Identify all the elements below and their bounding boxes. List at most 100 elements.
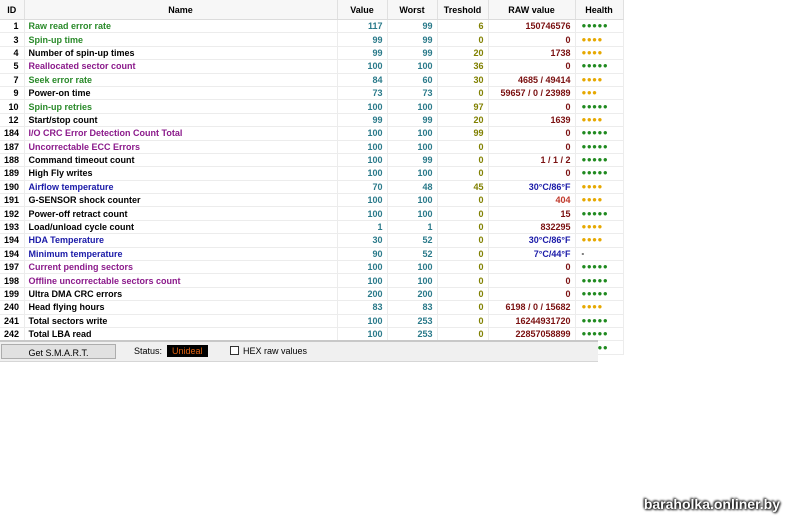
table-header-row: ID Name Value Worst Treshold RAW value H… [0, 0, 624, 20]
table-row[interactable]: 197 Current pending sectors 100 100 0 0 ●●●●● [0, 260, 624, 275]
row-id: 192 [0, 206, 25, 221]
attribute-raw: 6198 / 0 / 15682 [488, 300, 576, 315]
attribute-worst: 48 [387, 180, 438, 195]
table-row[interactable]: 187 Uncorrectable ECC Errors 100 100 0 0 ●●●●● [0, 140, 624, 154]
column-header-name[interactable]: Name [24, 0, 338, 20]
attribute-value: 100 [337, 140, 388, 154]
attribute-raw: 150746576 [488, 19, 576, 34]
health-indicator: ●●●●● [575, 260, 624, 275]
row-id: 193 [0, 220, 25, 235]
attribute-name: High Fly writes [24, 166, 338, 181]
table-row[interactable]: 192 Power-off retract count 100 100 0 15 ●●●●● [0, 206, 624, 221]
attribute-threshold: 0 [437, 260, 489, 275]
attribute-threshold: 0 [437, 220, 489, 235]
attribute-raw: 59657 / 0 / 23989 [488, 86, 576, 101]
attribute-worst: 100 [387, 206, 438, 221]
table-row[interactable]: 194 Minimum temperature 90 52 0 7°C/44°F - [0, 247, 624, 262]
health-indicator: ●●●●● [575, 314, 624, 328]
attribute-name: HDA Temperature [24, 233, 338, 248]
attribute-raw: 0 [488, 287, 576, 302]
table-row[interactable]: 198 Offline uncorrectable sectors count 10… [0, 273, 624, 288]
table-row[interactable]: 242 Total LBA read 100 253 0 22857058899 ●●●●● [0, 327, 624, 342]
table-row[interactable]: 7 Seek error rate 84 60 30 4685 / 49414 ●●●● [0, 73, 624, 87]
attribute-threshold: 0 [437, 86, 489, 101]
attribute-raw: 0 [488, 140, 576, 154]
attribute-name: Spin-up time [24, 32, 338, 47]
table-row[interactable]: 10 Spin-up retries 100 100 97 0 ●●●●● [0, 99, 624, 114]
table-row[interactable]: 5 Reallocated sector count 100 100 36 0 ●●●●● [0, 59, 624, 74]
row-id: 3 [0, 32, 25, 47]
attribute-threshold: 45 [437, 180, 489, 195]
attribute-worst: 52 [387, 247, 438, 262]
attribute-name: Ultra DMA CRC errors [24, 287, 338, 302]
column-header-health[interactable]: Health [575, 0, 624, 20]
attribute-name: Offline uncorrectable sectors count [24, 273, 338, 288]
table-row[interactable]: 190 Airflow temperature 70 48 45 30°C/86°F ●●●… [0, 180, 624, 195]
row-id: 4 [0, 46, 25, 61]
column-header-raw[interactable]: RAW value [488, 0, 576, 20]
attribute-raw: 1 / 1 / 2 [488, 153, 576, 168]
table-row[interactable]: 3 Spin-up time 99 99 0 0 ●●●● [0, 32, 624, 47]
table-row[interactable]: 193 Load/unload cycle count 1 1 0 832295 ●●●● [0, 220, 624, 235]
row-id: 241 [0, 314, 25, 328]
column-header-id[interactable]: ID [0, 0, 25, 20]
column-header-value[interactable]: Value [337, 0, 388, 20]
column-header-threshold[interactable]: Treshold [437, 0, 489, 20]
table-row[interactable]: 240 Head flying hours 83 83 0 6198 / 0 / 1568… [0, 300, 624, 315]
row-id: 190 [0, 180, 25, 195]
row-id: 199 [0, 287, 25, 302]
attribute-raw: 0 [488, 32, 576, 47]
attribute-threshold: 0 [437, 193, 489, 208]
attribute-threshold: 0 [437, 300, 489, 315]
attribute-raw: 832295 [488, 220, 576, 235]
table-row[interactable]: 1 Raw read error rate 117 99 6 150746576 ●●●●● [0, 19, 624, 34]
health-indicator: ●●●●● [575, 327, 624, 342]
health-indicator: ●●●●● [575, 59, 624, 74]
attribute-raw: 4685 / 49414 [488, 73, 576, 87]
row-id: 9 [0, 86, 25, 101]
attribute-value: 200 [337, 287, 388, 302]
attribute-value: 99 [337, 113, 388, 128]
table-row[interactable]: 241 Total sectors write 100 253 0 16244931720… [0, 314, 624, 328]
health-indicator: ●●●●● [575, 140, 624, 154]
attribute-name: Uncorrectable ECC Errors [24, 140, 338, 154]
attribute-raw: 30°C/86°F [488, 180, 576, 195]
table-row[interactable]: 9 Power-on time 73 73 0 59657 / 0 / 23989 ●●● [0, 86, 624, 101]
attribute-threshold: 6 [437, 19, 489, 34]
health-indicator: ●●●● [575, 46, 624, 61]
attribute-name: Total LBA read [24, 327, 338, 342]
attribute-name: Spin-up retries [24, 99, 338, 114]
table-row[interactable]: 188 Command timeout count 100 99 0 1 / 1 / 2 ●… [0, 153, 624, 168]
row-id: 7 [0, 73, 25, 87]
health-indicator: ●●●●● [575, 206, 624, 221]
attribute-worst: 100 [387, 140, 438, 154]
table-row[interactable]: 194 HDA Temperature 30 52 0 30°C/86°F ●●●● [0, 233, 624, 248]
attribute-threshold: 97 [437, 99, 489, 114]
hex-raw-label[interactable]: HEX raw values [243, 346, 307, 356]
row-id: 5 [0, 59, 25, 74]
attribute-raw: 0 [488, 260, 576, 275]
attribute-threshold: 0 [437, 247, 489, 262]
health-indicator: ●●●● [575, 113, 624, 128]
table-row[interactable]: 12 Start/stop count 99 99 20 1639 ●●●● [0, 113, 624, 128]
attribute-worst: 253 [387, 327, 438, 342]
row-id: 184 [0, 126, 25, 141]
attribute-raw: 1639 [488, 113, 576, 128]
attribute-worst: 100 [387, 273, 438, 288]
table-row[interactable]: 199 Ultra DMA CRC errors 200 200 0 0 ●●●●● [0, 287, 624, 302]
attribute-worst: 253 [387, 314, 438, 328]
attribute-value: 100 [337, 126, 388, 141]
row-id: 197 [0, 260, 25, 275]
attribute-name: Airflow temperature [24, 180, 338, 195]
attribute-worst: 99 [387, 46, 438, 61]
table-row[interactable]: 4 Number of spin-up times 99 99 20 1738 ●●●● [0, 46, 624, 61]
column-header-worst[interactable]: Worst [387, 0, 438, 20]
table-row[interactable]: 191 G-SENSOR shock counter 100 100 0 404 ●●●● [0, 193, 624, 208]
table-row[interactable]: 184 I/O CRC Error Detection Count Total 10… [0, 126, 624, 141]
hex-raw-checkbox[interactable] [230, 346, 239, 355]
get-smart-button[interactable]: Get S.M.A.R.T. [1, 344, 116, 359]
smart-panel: ID Name Value Worst Treshold RAW value H… [0, 0, 624, 361]
row-id: 10 [0, 99, 25, 114]
table-row[interactable]: 189 High Fly writes 100 100 0 0 ●●●●● [0, 166, 624, 181]
attribute-value: 100 [337, 206, 388, 221]
